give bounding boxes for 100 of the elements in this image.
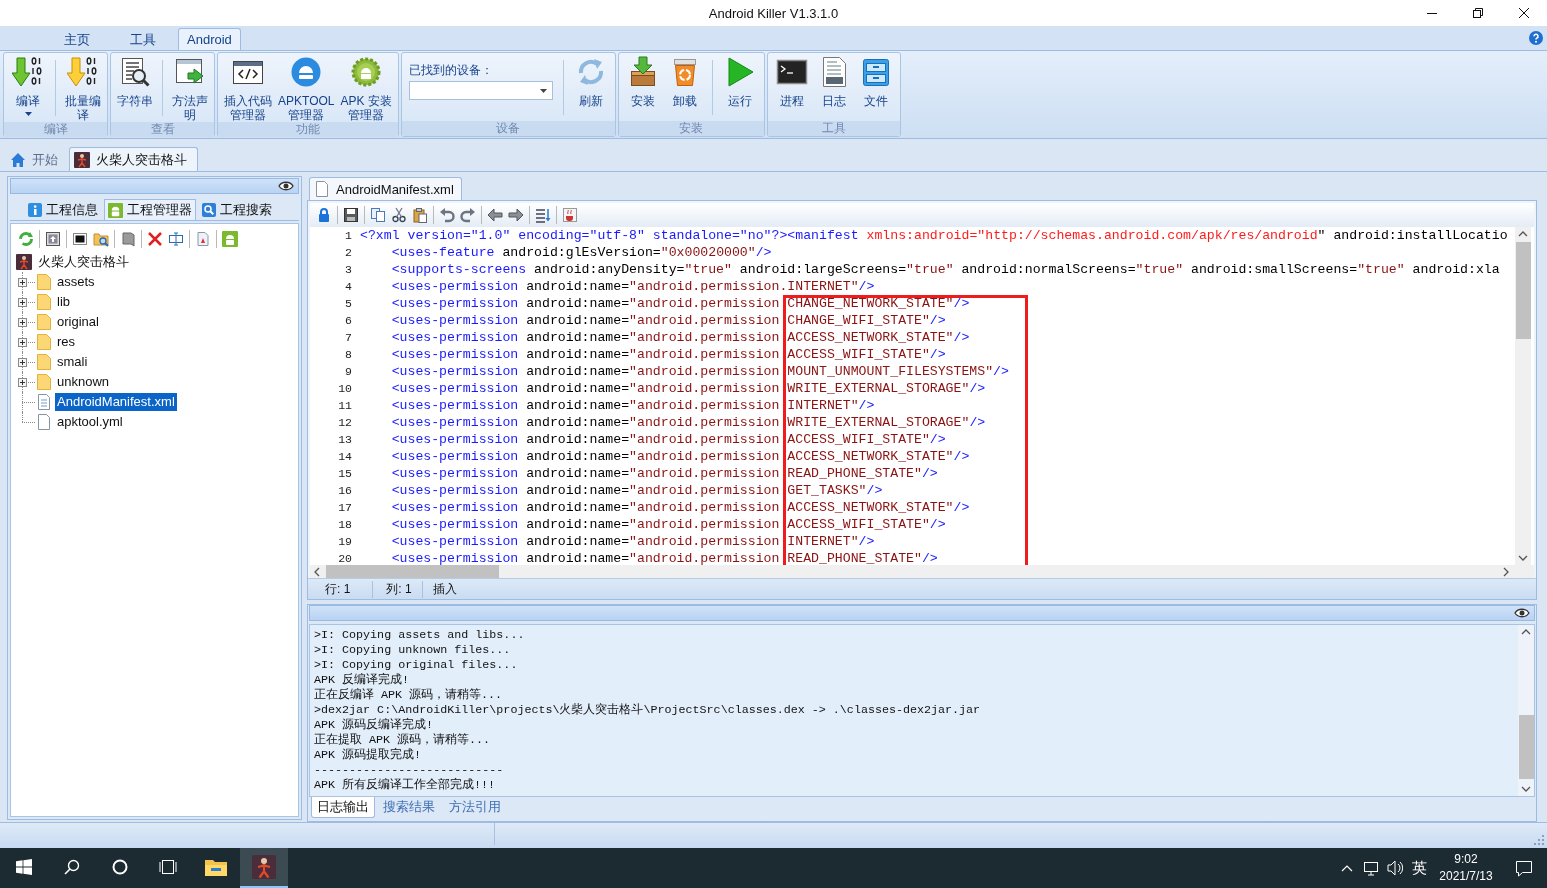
ribbon-button[interactable]: 运行 (718, 56, 761, 121)
ribbon-button[interactable]: 卸载 (663, 56, 706, 121)
eye-icon[interactable] (278, 180, 294, 192)
plus-box-icon[interactable] (18, 357, 27, 367)
text-field-icon[interactable] (168, 231, 184, 247)
code-line: <supports-screens android:anyDensity="true" android:largeScreens="true" android:normalScreens="true" android:smallScreens="true" android:xla (391, 261, 1500, 278)
tree-item[interactable]: original (55, 313, 101, 331)
line-number: 6 (345, 314, 352, 327)
ribbon-button[interactable]: 方法声 明 (169, 56, 211, 122)
line-number: 3 (345, 263, 352, 276)
folder-icon (36, 353, 52, 371)
android-icon (108, 202, 123, 218)
file-tab[interactable]: AndroidManifest.xml (309, 177, 462, 200)
refresh-icon[interactable] (18, 231, 34, 247)
delete-icon[interactable] (147, 231, 163, 247)
ribbon-button[interactable]: 进程 (770, 56, 813, 121)
panel-tab[interactable]: 工程信息 (24, 199, 102, 220)
horizontal-scrollbar[interactable] (310, 565, 1534, 578)
ribbon-button[interactable]: 编译 (7, 56, 49, 122)
task-view-icon (159, 859, 177, 875)
save-icon[interactable] (343, 207, 359, 223)
paste-icon[interactable] (412, 207, 428, 223)
ribbon-button[interactable]: APKTOOL 管理器 (275, 56, 338, 122)
ribbon-button[interactable]: 插入代码 管理器 (221, 56, 275, 122)
code-line: <uses-permission android:name="android.permission ACCESS_WIFI_STATE"/> (391, 516, 1029, 533)
ribbon-tab[interactable]: 主页 (46, 28, 108, 50)
redo-icon[interactable] (460, 207, 476, 223)
plus-box-icon[interactable] (18, 277, 27, 287)
ribbon-button[interactable]: 日志 (812, 56, 855, 121)
notification-icon[interactable] (1515, 859, 1533, 877)
volume-icon[interactable] (1387, 860, 1403, 876)
tree-item[interactable]: res (55, 333, 78, 351)
folder-icon (36, 373, 52, 391)
ribbon-button[interactable]: 文件 (854, 56, 897, 121)
coffee-cup-icon[interactable] (562, 207, 578, 223)
ribbon-button[interactable]: 批量编 译 (62, 56, 104, 122)
tree-item[interactable]: lib (55, 293, 72, 311)
ribbon-button[interactable]: 字符串 (114, 56, 156, 122)
help-icon[interactable] (1529, 31, 1543, 45)
chevron-right-icon (1502, 566, 1510, 577)
arrow-left-icon[interactable] (487, 207, 503, 223)
tree-item[interactable]: assets (55, 273, 97, 291)
ribbon-tab[interactable]: 工具 (112, 28, 174, 50)
line-number: 17 (338, 501, 352, 514)
eye-icon[interactable] (1514, 607, 1530, 619)
plus-box-icon[interactable] (18, 317, 27, 327)
tree-item[interactable]: apktool.yml (55, 413, 125, 431)
device-label: 已找到的设备： (408, 63, 494, 77)
format-lines-icon[interactable] (535, 207, 551, 223)
ribbon-button[interactable]: 刷新 (569, 56, 612, 121)
ribbon-button[interactable]: 安装 (621, 56, 664, 121)
book-icon[interactable] (120, 231, 136, 247)
search-icon (202, 203, 216, 217)
chevron-up-icon (1518, 230, 1528, 238)
log-tab[interactable]: 方法引用 (443, 797, 507, 818)
panel-tab[interactable]: 工程搜索 (198, 199, 276, 220)
document-icon[interactable] (195, 231, 211, 247)
clock-date[interactable]: 2021/7/13 (1439, 868, 1493, 885)
vertical-scrollbar[interactable] (1515, 227, 1531, 565)
taskbar-app[interactable] (240, 848, 288, 888)
tree-item[interactable]: unknown (55, 373, 112, 391)
screen-icon[interactable] (72, 231, 88, 247)
vertical-scrollbar[interactable] (1518, 625, 1534, 796)
image-upload-icon[interactable] (45, 231, 61, 247)
cut-icon[interactable] (391, 207, 407, 223)
copy-icon[interactable] (370, 207, 386, 223)
panel-tab[interactable]: 工程管理器 (104, 199, 196, 220)
line-number: 12 (338, 416, 352, 429)
line-number: 20 (338, 552, 352, 565)
tree-item[interactable]: smali (55, 353, 90, 371)
plus-box-icon[interactable] (18, 337, 27, 347)
chevron-up-icon (1521, 628, 1531, 636)
tree-item[interactable]: 火柴人突击格斗 (36, 253, 131, 271)
log-line: >I: Copying original files... (314, 658, 518, 672)
log-tab[interactable]: 日志输出 (311, 797, 375, 818)
tree-item[interactable]: AndroidManifest.xml (55, 393, 177, 411)
chevron-left-icon (313, 566, 321, 577)
clock-time[interactable]: 9:02 (1454, 851, 1478, 868)
lock-icon[interactable] (316, 207, 332, 223)
document-tab[interactable]: 火柴人突击格斗 (69, 147, 198, 171)
ribbon-button[interactable]: APK 安装 管理器 (337, 56, 395, 122)
chevron-up-icon[interactable] (1341, 864, 1353, 872)
folder-icon (36, 273, 52, 291)
folder-icon (204, 857, 228, 877)
log-line: >I: Copying assets and libs... (314, 628, 525, 642)
network-icon[interactable] (1363, 860, 1379, 876)
input-language[interactable]: 英 (1407, 858, 1431, 878)
log-line: APK 源码反编译完成! (314, 718, 434, 732)
ribbon-tab[interactable]: Android (178, 28, 241, 50)
folder-search-icon[interactable] (93, 231, 109, 247)
log-tab[interactable]: 搜索结果 (377, 797, 441, 818)
log-line: --------------------------- (314, 763, 504, 777)
plus-box-icon[interactable] (18, 297, 27, 307)
folder-icon (36, 293, 52, 311)
arrow-right-icon[interactable] (508, 207, 524, 223)
code-line: <uses-permission android:name="android.permission INTERNET"/> (391, 533, 1029, 550)
undo-icon[interactable] (439, 207, 455, 223)
document-tab[interactable]: 开始 (5, 147, 65, 171)
plus-box-icon[interactable] (18, 377, 27, 387)
line-number: 7 (345, 331, 352, 344)
